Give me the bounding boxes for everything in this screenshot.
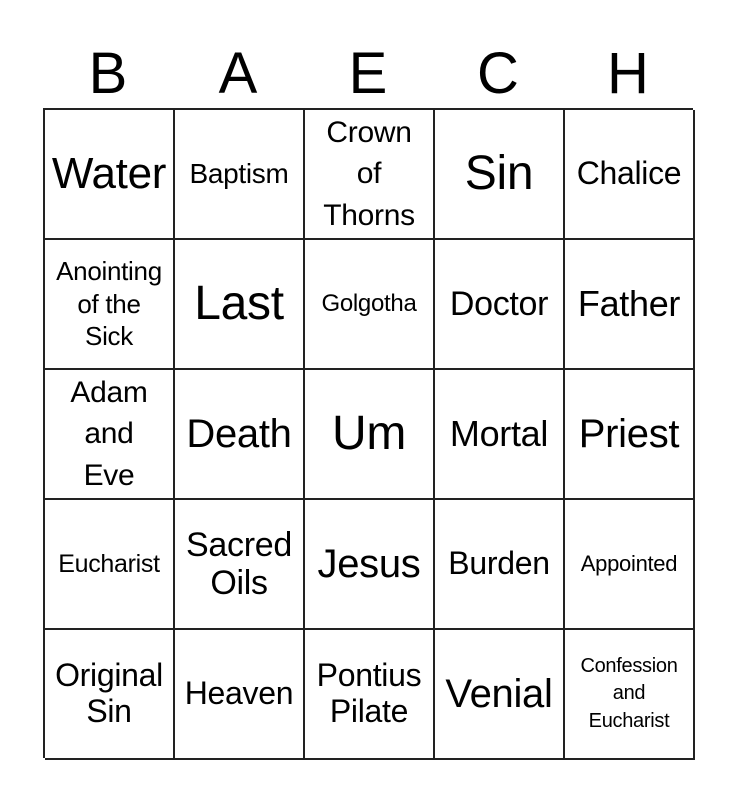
bingo-cell[interactable]: Water	[45, 110, 175, 240]
header-letter-c: C	[477, 41, 519, 106]
header-letter-a: A	[218, 41, 258, 106]
bingo-cell[interactable]: Mortal	[435, 370, 565, 500]
bingo-cell[interactable]: Confession and Eucharist	[565, 630, 695, 760]
bingo-cell[interactable]: Baptism	[175, 110, 305, 240]
bingo-cell[interactable]: Eucharist	[45, 500, 175, 630]
header-letter-b: B	[88, 41, 128, 106]
bingo-cell[interactable]: Adam and Eve	[45, 370, 175, 500]
bingo-cell[interactable]: Priest	[565, 370, 695, 500]
bingo-cell[interactable]: Chalice	[565, 110, 695, 240]
bingo-cell[interactable]: Pontius Pilate	[305, 630, 435, 760]
bingo-cell[interactable]: Father	[565, 240, 695, 370]
bingo-cell[interactable]: Jesus	[305, 500, 435, 630]
bingo-cell[interactable]: Last	[175, 240, 305, 370]
bingo-cell[interactable]: Anointing of the Sick	[45, 240, 175, 370]
bingo-cell[interactable]: Doctor	[435, 240, 565, 370]
bingo-cell[interactable]: Sacred Oils	[175, 500, 305, 630]
bingo-cell[interactable]: Golgotha	[305, 240, 435, 370]
bingo-cell[interactable]: Death	[175, 370, 305, 500]
bingo-cell[interactable]: Venial	[435, 630, 565, 760]
bingo-cell free-space[interactable]: Um	[305, 370, 435, 500]
bingo-cell[interactable]: Crown of Thorns	[305, 110, 435, 240]
bingo-header: B A E C H	[43, 40, 693, 108]
bingo-cell[interactable]: Sin	[435, 110, 565, 240]
bingo-cell[interactable]: Appointed	[565, 500, 695, 630]
bingo-grid: Water Baptism Crown of Thorns Sin Chalic…	[43, 108, 695, 760]
header-letter-e: E	[348, 41, 388, 106]
bingo-cell[interactable]: Heaven	[175, 630, 305, 760]
header-letter-h: H	[607, 41, 649, 106]
bingo-cell[interactable]: Original Sin	[45, 630, 175, 760]
bingo-cell[interactable]: Burden	[435, 500, 565, 630]
